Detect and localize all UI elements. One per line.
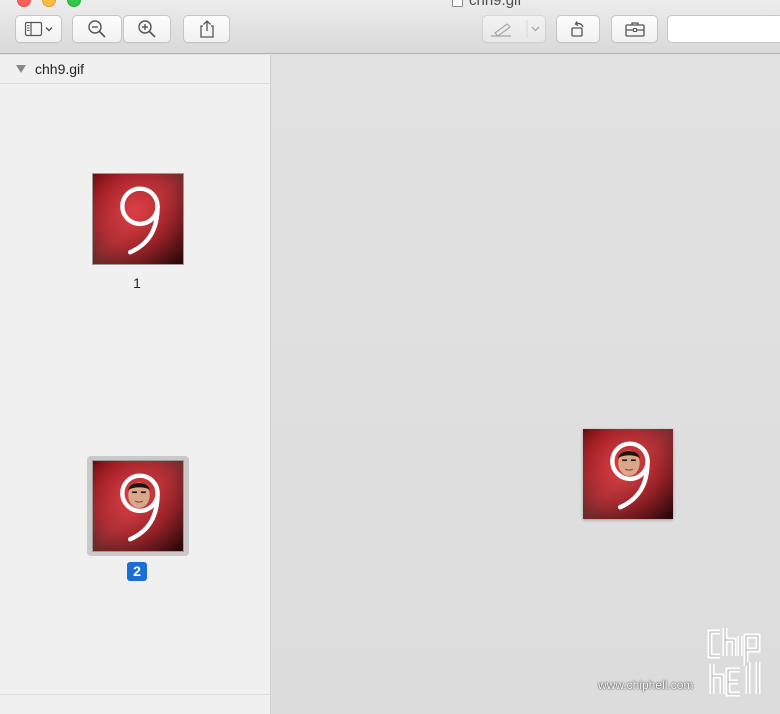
chiphell-logo-icon (707, 628, 761, 697)
document-icon (452, 0, 463, 7)
zoom-out-icon (88, 20, 106, 38)
watermark-url: www.chiphell.com (598, 678, 694, 692)
sidebar-icon (24, 21, 52, 37)
chh9-face-logo-icon (93, 461, 183, 551)
sidebar: chh9.gif 1 2 (0, 55, 271, 714)
toolbox-icon (624, 22, 645, 37)
minimize-window-button[interactable] (42, 0, 56, 7)
sidebar-toggle-button[interactable] (15, 15, 62, 43)
preview-image[interactable] (583, 429, 673, 519)
zoom-window-button[interactable] (67, 0, 81, 7)
page-label-1: 1 (133, 275, 141, 291)
close-window-button[interactable] (17, 0, 31, 7)
page-label-2: 2 (127, 562, 147, 581)
search-field[interactable] (667, 15, 780, 43)
zoom-in-button[interactable] (123, 15, 171, 43)
page-thumbnail-1[interactable] (92, 173, 184, 265)
markup-button[interactable] (482, 15, 546, 43)
rotate-button[interactable] (556, 15, 600, 43)
chh9-logo-icon (93, 174, 183, 264)
window-title-text: chh9.gif (469, 0, 522, 9)
zoom-out-button[interactable] (72, 15, 122, 43)
rotate-left-icon (571, 21, 584, 37)
zoom-in-icon (138, 20, 156, 38)
sidebar-file-name: chh9.gif (35, 61, 85, 77)
window-title: chh9.gif (452, 0, 522, 9)
share-icon (199, 20, 214, 38)
page-thumbnail-2[interactable] (92, 460, 184, 552)
share-button[interactable] (183, 15, 230, 43)
toolbar: chh9.gif (0, 0, 780, 54)
sidebar-footer (0, 694, 270, 714)
pen-icon (491, 20, 540, 38)
document-canvas[interactable] (272, 55, 780, 714)
watermark: www.chiphell.com (598, 624, 778, 704)
sidebar-header[interactable]: chh9.gif (0, 55, 270, 84)
disclosure-triangle-icon[interactable] (16, 65, 26, 73)
chh9-face-logo-icon (583, 429, 673, 519)
toolbox-button[interactable] (611, 15, 658, 43)
